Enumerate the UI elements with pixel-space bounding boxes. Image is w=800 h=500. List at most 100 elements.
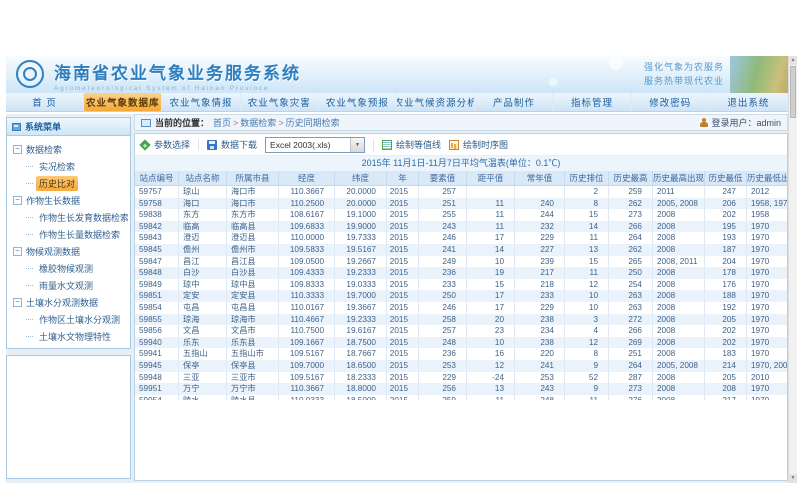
table-row[interactable]: 59855琼海琼海市110.466719.2333201525820238327… <box>135 314 787 326</box>
table-row[interactable]: 59847昌江昌江县109.050019.2667201524910239152… <box>135 256 787 268</box>
table-cell: 2015 <box>387 395 419 400</box>
breadcrumb-link[interactable]: 历史同期检索 <box>286 118 340 128</box>
table-cell: 海口 <box>179 198 227 210</box>
table-cell: 乐东县 <box>227 337 279 349</box>
breadcrumb-link[interactable]: 数据检索 <box>240 118 276 128</box>
menu-item[interactable]: 首 页 <box>6 93 84 111</box>
table-cell: 262 <box>609 198 653 210</box>
table-cell: 244 <box>515 209 565 221</box>
table-row[interactable]: 59849琼中琼中县109.833319.0333201523315218122… <box>135 279 787 291</box>
tree-collapse-icon[interactable] <box>13 145 22 154</box>
table-row[interactable]: 59854屯昌屯昌县110.016719.3667201524617229102… <box>135 302 787 314</box>
table-cell: 109.0500 <box>279 256 335 268</box>
table-cell: 236 <box>419 348 467 360</box>
menu-item[interactable]: 农业气象预报 <box>319 93 397 111</box>
app-title: 海南省农业气象业务服务系统 <box>54 59 301 84</box>
menu-item[interactable]: 农业气象灾害 <box>241 93 319 111</box>
table-row[interactable]: 59838东方东方市108.616719.1000201525511244152… <box>135 209 787 221</box>
sidebar-item[interactable]: 作物生长发育数据检索 <box>13 209 128 226</box>
table-cell: 2012 <box>747 186 787 198</box>
menu-item-active[interactable]: 农业气象数据库 <box>84 93 162 111</box>
breadcrumb-link[interactable]: 首页 <box>213 118 231 128</box>
table-cell: 59940 <box>135 337 179 349</box>
data-download-button[interactable]: 数据下载 <box>207 138 257 151</box>
table-cell: 250 <box>609 267 653 279</box>
table-cell: 59951 <box>135 383 179 395</box>
tree-collapse-icon[interactable] <box>13 247 22 256</box>
sidebar-group[interactable]: 数据检索 <box>13 141 128 158</box>
table-cell: 20.0000 <box>335 186 387 198</box>
menu-item[interactable]: 退出系统 <box>710 93 788 111</box>
table-cell: 243 <box>515 383 565 395</box>
table-row[interactable]: 59941五指山五指山市109.516718.76672015236162208… <box>135 348 787 360</box>
table-row[interactable]: 59848白沙白沙县109.433319.2333201523619217112… <box>135 267 787 279</box>
table-row[interactable]: 59842临高临高县109.683319.9000201524311232142… <box>135 221 787 233</box>
tree-collapse-icon[interactable] <box>13 298 22 307</box>
table-header-cell: 经度 <box>279 171 335 185</box>
table-cell: 1970 <box>747 337 787 349</box>
table-cell: 218 <box>515 279 565 291</box>
menu-item[interactable]: 指标管理 <box>553 93 631 111</box>
table-header-cell: 所属市县 <box>227 171 279 185</box>
sidebar-item[interactable]: 橡胶物候观测 <box>13 260 128 277</box>
table-cell: 17 <box>467 232 515 244</box>
table-cell: 110.2500 <box>279 198 335 210</box>
sidebar-item[interactable]: 土壤水文物理特性 <box>13 328 128 345</box>
table-row[interactable]: 59856文昌文昌市110.750019.6167201525723234426… <box>135 325 787 337</box>
table-row[interactable]: 59758海口海口市110.250020.0000201525111240826… <box>135 198 787 210</box>
table-row[interactable]: 59945保亭保亭县109.700018.6500201525312241926… <box>135 360 787 372</box>
table-row[interactable]: 59757琼山海口市110.366720.0000201525722592011… <box>135 186 787 198</box>
sidebar-item[interactable]: 作物区土壤水分观测 <box>13 311 128 328</box>
menu-item[interactable]: 产品制作 <box>475 93 553 111</box>
table-cell: 东方市 <box>227 209 279 221</box>
table-cell: 18.2333 <box>335 372 387 384</box>
table-cell: 17 <box>467 290 515 302</box>
draw-timeseries-button[interactable]: 绘制时序图 <box>449 138 508 151</box>
menu-item[interactable]: 农业气候资源分析 <box>397 93 475 111</box>
draw-contour-button[interactable]: 绘制等值线 <box>382 138 441 151</box>
table-row[interactable]: 59940乐东乐东县109.166718.7500201524810238122… <box>135 337 787 349</box>
table-cell: 204 <box>705 256 747 268</box>
params-select-button[interactable]: 参数选择 <box>141 138 190 151</box>
sidebar-item-label: 橡胶物候观测 <box>36 261 96 276</box>
menu-item[interactable]: 农业气象情报 <box>162 93 240 111</box>
table-cell: 2008 <box>653 244 705 256</box>
sidebar-group[interactable]: 土壤水分观测数据 <box>13 294 128 311</box>
menu-item[interactable]: 修改密码 <box>632 93 710 111</box>
scroll-up-arrow-icon[interactable] <box>789 56 797 65</box>
table-row[interactable]: 59845儋州儋州市109.583319.5167201524114227132… <box>135 244 787 256</box>
chevron-down-icon[interactable] <box>350 138 364 152</box>
sidebar-group[interactable]: 物候观测数据 <box>13 243 128 260</box>
scrollbar-thumb[interactable] <box>790 66 796 118</box>
table-cell: 2015 <box>387 267 419 279</box>
table-cell <box>467 186 515 198</box>
sidebar-item[interactable]: 雨量水文观测 <box>13 277 128 294</box>
table-cell: 1970 <box>747 267 787 279</box>
breadcrumb-separator: > <box>278 118 283 128</box>
sidebar-group[interactable]: 作物生长数据 <box>13 192 128 209</box>
table-row[interactable]: 59954陵水陵水县110.033318.5000201525911248112… <box>135 395 787 400</box>
export-format-select[interactable]: Excel 2003(.xls) <box>265 137 365 153</box>
table-cell: -24 <box>467 372 515 384</box>
sidebar-item[interactable]: 实况检索 <box>13 158 128 175</box>
tree-collapse-icon[interactable] <box>13 196 22 205</box>
table-row[interactable]: 59843澄迈澄迈县110.000019.7333201524617229112… <box>135 232 787 244</box>
table-cell: 19 <box>467 267 515 279</box>
table-cell: 临高 <box>179 221 227 233</box>
sidebar-item-active[interactable]: 历史比对 <box>13 175 128 192</box>
table-row[interactable]: 59951万宁万宁市110.366718.8000201525613243927… <box>135 383 787 395</box>
table-cell: 59847 <box>135 256 179 268</box>
scroll-down-arrow-icon[interactable] <box>789 474 797 483</box>
table-cell: 15 <box>565 256 609 268</box>
table-cell: 定安 <box>179 290 227 302</box>
table-cell: 海口市 <box>227 198 279 210</box>
table-row[interactable]: 59948三亚三亚市109.516718.23332015229-2425352… <box>135 372 787 384</box>
content-column: 当前的位置： 首页>数据检索>历史同期检索 登录用户： admin 参数选择 <box>134 114 788 483</box>
vertical-scrollbar[interactable] <box>788 56 797 483</box>
table-cell: 白沙县 <box>227 267 279 279</box>
table-row[interactable]: 59851定安定安县110.333319.7000201525017233102… <box>135 290 787 302</box>
table-cell: 19.2333 <box>335 267 387 279</box>
sidebar-item[interactable]: 作物生长量数据检索 <box>13 226 128 243</box>
table-cell: 59855 <box>135 314 179 326</box>
toolbar-divider <box>373 139 374 151</box>
